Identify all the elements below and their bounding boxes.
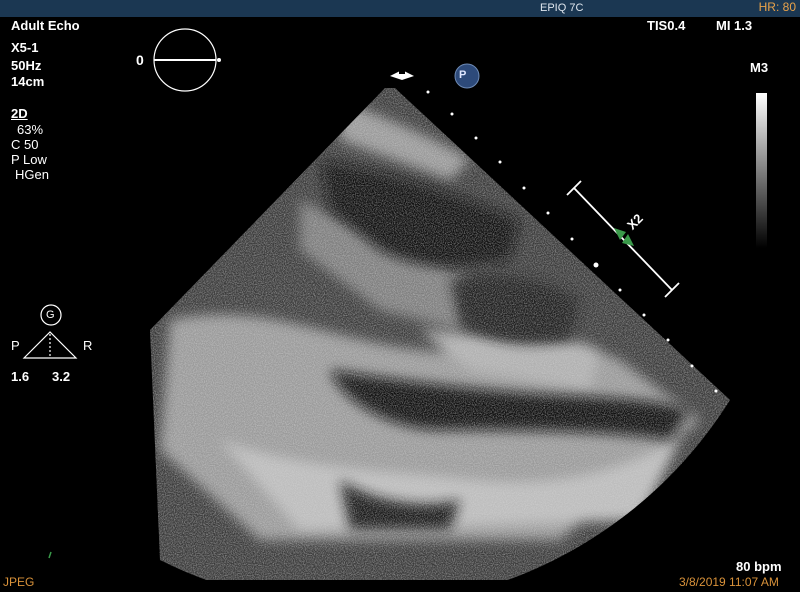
ultrasound-sector (150, 88, 730, 580)
orientation-dial-icon (153, 28, 221, 92)
echo-scan-view (22, 28, 767, 580)
orientation-angle: 0 (136, 52, 144, 68)
xplane-arrows-icon (614, 228, 634, 246)
probe-icon-label: G (46, 309, 55, 321)
bpm-readout: 80 bpm (736, 559, 782, 574)
frame-rate-label: 50Hz (11, 58, 42, 73)
mode-label: 2D (11, 106, 28, 121)
grayscale-bar (756, 93, 767, 248)
mi-readout: MI 1.3 (716, 18, 753, 33)
header-bar: EPIQ 7C HR: 80 (0, 0, 800, 17)
compression-label: C 50 (11, 137, 39, 152)
gain-label: 63% (17, 122, 44, 137)
probe-right-value: 3.2 (52, 369, 71, 384)
apex-marker-icon (390, 70, 414, 80)
probe-left-value: 1.6 (11, 369, 30, 384)
tis-readout: TIS0.4 (647, 18, 686, 33)
frequency-label: HGen (15, 167, 49, 182)
transducer-label: X5-1 (11, 40, 39, 55)
p-marker-label: P (459, 69, 467, 81)
depth-label: 14cm (11, 74, 45, 89)
probe-right-label: R (83, 338, 93, 353)
power-label: P Low (11, 152, 47, 167)
heart-rate-readout: HR: 80 (758, 0, 796, 14)
probe-left-label: P (11, 338, 20, 353)
preset-label: Adult Echo (11, 18, 80, 33)
colormap-label: M3 (750, 60, 769, 75)
format-label: JPEG (3, 575, 35, 589)
datetime-label: 3/8/2019 11:07 AM (679, 575, 779, 589)
system-name: EPIQ 7C (540, 2, 584, 14)
cursor-mark-icon (48, 551, 52, 559)
